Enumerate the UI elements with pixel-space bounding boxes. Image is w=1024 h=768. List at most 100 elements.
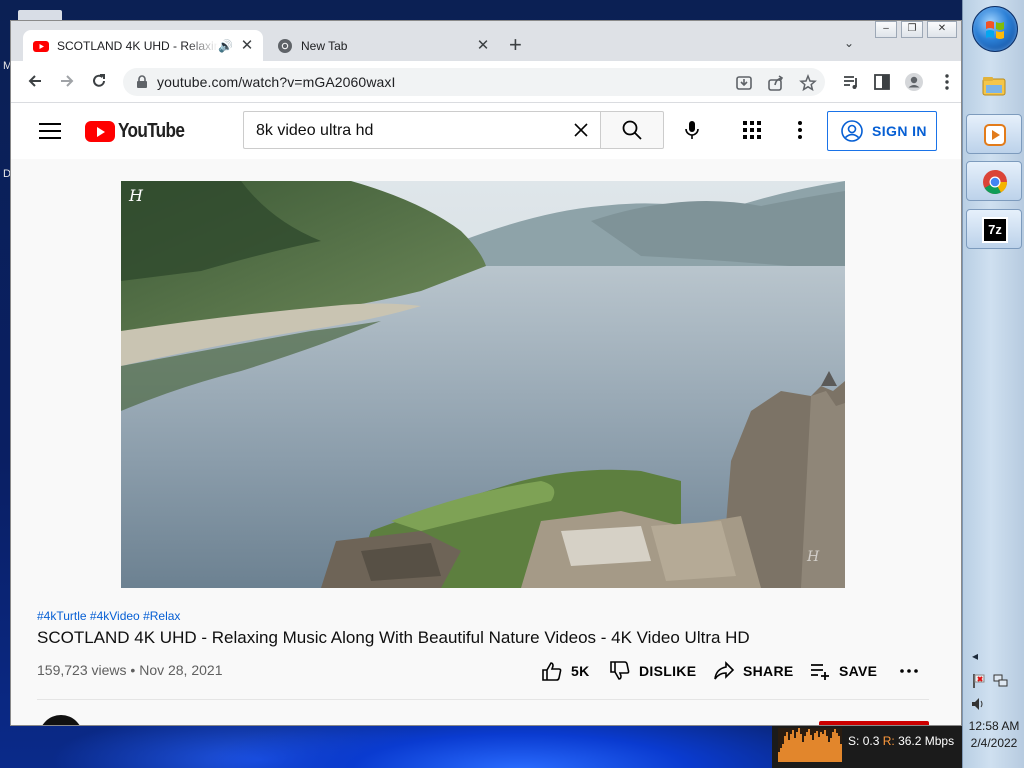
more-horizontal-icon <box>900 669 918 673</box>
like-count: 5K <box>571 663 590 679</box>
network-graph <box>778 728 842 762</box>
reload-icon <box>93 74 105 87</box>
forward-arrow-icon <box>61 75 74 87</box>
7zip-icon: 7z <box>982 217 1008 243</box>
bookmark-star-icon[interactable] <box>799 74 817 92</box>
chrome-favicon-icon <box>278 38 292 53</box>
lock-icon[interactable] <box>135 75 149 89</box>
action-center-flag-icon[interactable] <box>971 673 987 689</box>
tab-title: SCOTLAND 4K UHD - Relaxin <box>57 38 219 53</box>
media-player-icon <box>984 124 1006 146</box>
network-tray-icon[interactable] <box>993 673 1009 689</box>
youtube-logo[interactable]: YouTube <box>85 119 195 143</box>
account-icon <box>841 120 863 142</box>
close-window-button[interactable]: ✕ <box>927 21 957 38</box>
media-controls-icon[interactable] <box>841 72 861 92</box>
back-arrow-icon <box>28 75 41 87</box>
reload-button[interactable] <box>86 68 112 94</box>
taskbar-7zip[interactable]: 7z <box>966 209 1022 249</box>
video-player[interactable]: H H <box>121 181 845 588</box>
recv-label: R: <box>882 734 895 748</box>
url-text: youtube.com/watch?v=mGA2060waxI <box>157 74 396 90</box>
meta-separator: • <box>130 662 140 678</box>
tab-strip: SCOTLAND 4K UHD - Relaxin 🔊 ✕ New Tab ✕ … <box>11 21 961 61</box>
youtube-logo-text: YouTube <box>118 119 185 142</box>
chrome-menu-icon[interactable] <box>937 72 957 92</box>
browser-window: SCOTLAND 4K UHD - Relaxin 🔊 ✕ New Tab ✕ … <box>10 20 962 726</box>
view-count: 159,723 views <box>37 662 127 678</box>
video-hashtags[interactable]: #4kTurtle #4kVideo #Relax <box>37 609 180 623</box>
dislike-label: DISLIKE <box>639 663 697 679</box>
sign-in-label: SIGN IN <box>872 123 927 139</box>
channel-watermark: H <box>128 186 144 205</box>
search-icon <box>622 120 642 140</box>
browser-toolbar: youtube.com/watch?v=mGA2060waxI <box>11 61 961 103</box>
clear-search-icon[interactable] <box>572 121 590 139</box>
channel-watermark-corner: H <box>806 549 820 565</box>
youtube-header: YouTube 8k video ultra hd SIGN IN <box>11 103 961 159</box>
clock-date: 2/4/2022 <box>970 736 1018 750</box>
back-button[interactable] <box>22 68 48 94</box>
share-page-icon[interactable] <box>767 74 785 92</box>
minimize-button[interactable]: – <box>875 21 897 38</box>
taskbar-chrome[interactable] <box>966 161 1022 201</box>
share-label: SHARE <box>743 663 794 679</box>
profile-avatar-icon[interactable] <box>904 72 924 92</box>
network-graph-bar <box>840 744 842 762</box>
subscribe-button[interactable] <box>819 721 929 725</box>
save-button[interactable]: SAVE <box>809 659 877 683</box>
restore-button[interactable]: ❐ <box>901 21 923 38</box>
close-tab-icon[interactable]: ✕ <box>239 37 255 54</box>
tab-youtube[interactable]: SCOTLAND 4K UHD - Relaxin 🔊 ✕ <box>23 30 263 61</box>
send-label: S: <box>848 734 860 748</box>
youtube-play-logo-icon <box>85 120 115 142</box>
divider <box>37 699 929 700</box>
clock-time: 12:58 AM <box>968 719 1020 733</box>
youtube-favicon-icon <box>33 40 49 52</box>
playlist-add-icon <box>811 664 829 680</box>
video-title: SCOTLAND 4K UHD - Relaxing Music Along W… <box>37 628 750 647</box>
taskbar: 7z ◂ 12:58 AM 2/4/2022 <box>962 0 1024 768</box>
thumbs-up-icon <box>542 662 562 681</box>
video-frame-scotland-loch: H H <box>121 181 845 588</box>
guide-menu-icon[interactable] <box>39 119 61 143</box>
taskbar-explorer[interactable] <box>966 66 1022 106</box>
channel-avatar[interactable] <box>39 715 83 725</box>
volume-icon[interactable] <box>971 697 987 711</box>
settings-menu-icon[interactable] <box>797 119 803 141</box>
thumbs-down-icon <box>610 661 630 680</box>
address-bar[interactable]: youtube.com/watch?v=mGA2060waxI <box>123 68 825 96</box>
windows-logo-icon <box>986 21 1004 39</box>
youtube-page: YouTube 8k video ultra hd SIGN IN H H #4… <box>11 103 961 725</box>
start-button[interactable] <box>972 6 1018 52</box>
publish-date: Nov 28, 2021 <box>139 662 223 678</box>
youtube-apps-icon[interactable] <box>742 120 762 140</box>
more-actions-button[interactable] <box>899 659 927 683</box>
tab-title: New Tab <box>301 38 348 53</box>
voice-search-icon[interactable] <box>680 118 704 142</box>
search-button[interactable] <box>600 111 664 149</box>
install-app-icon[interactable] <box>735 74 753 92</box>
share-arrow-icon <box>714 661 735 680</box>
network-monitor: S: 0.3 R: 36.2 Mbps <box>772 724 962 768</box>
tab-new-tab[interactable]: New Tab ✕ <box>267 30 499 61</box>
forward-button[interactable] <box>54 68 80 94</box>
send-value: 0.3 <box>862 734 880 748</box>
audio-playing-icon[interactable]: 🔊 <box>218 39 233 53</box>
side-panel-icon[interactable] <box>872 72 892 92</box>
like-button[interactable]: 5K <box>541 659 590 683</box>
tray-expand-icon[interactable]: ◂ <box>972 649 978 663</box>
explorer-icon <box>982 77 1006 96</box>
taskbar-clock[interactable]: 12:58 AM 2/4/2022 <box>963 718 1024 752</box>
close-tab-icon[interactable]: ✕ <box>475 37 491 54</box>
chrome-icon <box>983 169 1007 195</box>
search-input[interactable]: 8k video ultra hd <box>243 111 600 149</box>
video-meta: 159,723 views • Nov 28, 2021 <box>37 662 223 678</box>
dislike-button[interactable]: DISLIKE <box>609 659 696 683</box>
tab-search-chevron-icon[interactable]: ⌄ <box>844 36 854 50</box>
taskbar-media-player[interactable] <box>966 114 1022 154</box>
new-tab-button[interactable]: + <box>509 33 522 57</box>
share-button[interactable]: SHARE <box>713 659 794 683</box>
save-label: SAVE <box>839 663 878 679</box>
sign-in-button[interactable]: SIGN IN <box>827 111 937 151</box>
